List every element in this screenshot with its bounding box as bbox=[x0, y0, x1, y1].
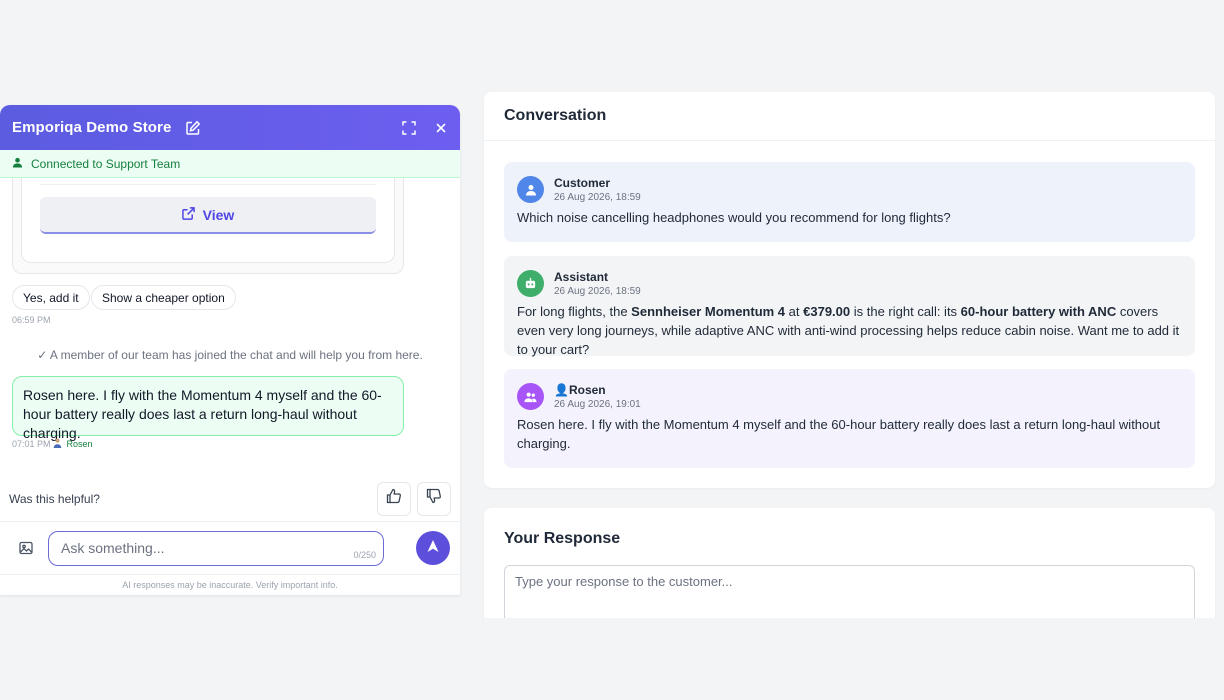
agent-conversation-message: 👤Rosen 26 Aug 2026, 19:01 Rosen here. I … bbox=[504, 369, 1195, 468]
feedback-row: Was this helpful? bbox=[0, 476, 460, 522]
send-icon bbox=[426, 539, 440, 558]
agent-avatar-icon bbox=[53, 438, 62, 450]
agent-name: Rosen bbox=[66, 439, 93, 449]
product-price: €379.00 bbox=[803, 304, 851, 319]
thumbs-up-button[interactable] bbox=[377, 481, 411, 516]
response-panel: Your Response bbox=[484, 508, 1215, 628]
assistant-message: Assistant 26 Aug 2026, 18:59 For long fl… bbox=[504, 256, 1195, 359]
expand-icon[interactable] bbox=[402, 120, 416, 135]
widget-header: Emporiqa Demo Store bbox=[0, 105, 460, 150]
agent-icon bbox=[517, 383, 544, 410]
text-segment: is the right call: its bbox=[850, 304, 961, 319]
product-feature: 60-hour battery with ANC bbox=[960, 304, 1117, 319]
conversation-title: Conversation bbox=[484, 92, 1215, 141]
product-name: Sennheiser Momentum 4 bbox=[631, 304, 786, 319]
message-text: Rosen here. I fly with the Momentum 4 my… bbox=[517, 417, 1161, 451]
system-message: ✓ A member of our team has joined the ch… bbox=[37, 348, 423, 362]
edit-icon[interactable] bbox=[185, 120, 201, 136]
message-timestamp: 26 Aug 2026, 19:01 bbox=[554, 399, 641, 410]
thumbs-down-icon bbox=[426, 488, 442, 509]
message-input[interactable] bbox=[48, 530, 384, 566]
ai-disclaimer: AI responses may be inaccurate. Verify i… bbox=[122, 580, 338, 590]
view-product-button[interactable]: View bbox=[40, 197, 376, 234]
feedback-question: Was this helpful? bbox=[9, 491, 100, 506]
message-text: For long flights, the Sennheiser Momentu… bbox=[517, 302, 1182, 359]
view-label: View bbox=[202, 206, 235, 223]
send-button[interactable] bbox=[416, 531, 450, 565]
product-card-inner: View bbox=[21, 178, 395, 263]
chat-widget: Emporiqa Demo Store Connected to Support… bbox=[0, 105, 460, 595]
status-text: Connected to Support Team bbox=[31, 156, 181, 171]
agent-message-meta: 07:01 PM Rosen bbox=[12, 438, 93, 450]
close-icon[interactable] bbox=[434, 121, 448, 135]
sender-name: Assistant bbox=[554, 270, 609, 284]
card-divider bbox=[40, 184, 376, 185]
connection-status: Connected to Support Team bbox=[0, 150, 460, 178]
message-time: 06:59 PM bbox=[12, 315, 51, 325]
thumbs-up-icon bbox=[386, 488, 402, 509]
user-icon bbox=[517, 176, 544, 203]
quick-reply-yes[interactable]: Yes, add it bbox=[12, 285, 90, 310]
thumbs-down-button[interactable] bbox=[417, 481, 451, 516]
message-text: Which noise cancelling headphones would … bbox=[517, 210, 951, 225]
product-card: View bbox=[12, 178, 404, 274]
quick-reply-cheaper[interactable]: Show a cheaper option bbox=[91, 285, 236, 310]
response-textarea[interactable] bbox=[504, 565, 1195, 625]
text-segment: For long flights, the bbox=[517, 304, 632, 319]
char-counter: 0/250 bbox=[353, 549, 376, 560]
message-timestamp: 26 Aug 2026, 18:59 bbox=[554, 286, 641, 297]
text-segment: at bbox=[785, 304, 804, 319]
agent-message: Rosen here. I fly with the Momentum 4 my… bbox=[12, 376, 404, 441]
input-row: 0/250 bbox=[0, 522, 460, 575]
widget-title: Emporiqa Demo Store bbox=[12, 119, 172, 136]
chat-messages: View Yes, add it Show a cheaper option 0… bbox=[0, 178, 460, 476]
sender-name: Customer bbox=[554, 176, 611, 190]
viewport-bottom bbox=[484, 618, 1224, 700]
agent-time: 07:01 PM bbox=[12, 439, 51, 449]
response-title: Your Response bbox=[504, 530, 621, 547]
customer-message: Customer 26 Aug 2026, 18:59 Which noise … bbox=[504, 162, 1195, 242]
conversation-panel: Conversation Customer 26 Aug 2026, 18:59… bbox=[484, 92, 1215, 488]
external-link-icon bbox=[181, 206, 195, 223]
message-timestamp: 26 Aug 2026, 18:59 bbox=[554, 192, 641, 203]
person-icon bbox=[12, 157, 23, 171]
robot-icon bbox=[517, 270, 544, 297]
image-upload-icon[interactable] bbox=[18, 540, 34, 556]
message-input-wrapper: 0/250 bbox=[48, 530, 384, 566]
sender-name: 👤Rosen bbox=[554, 383, 606, 397]
